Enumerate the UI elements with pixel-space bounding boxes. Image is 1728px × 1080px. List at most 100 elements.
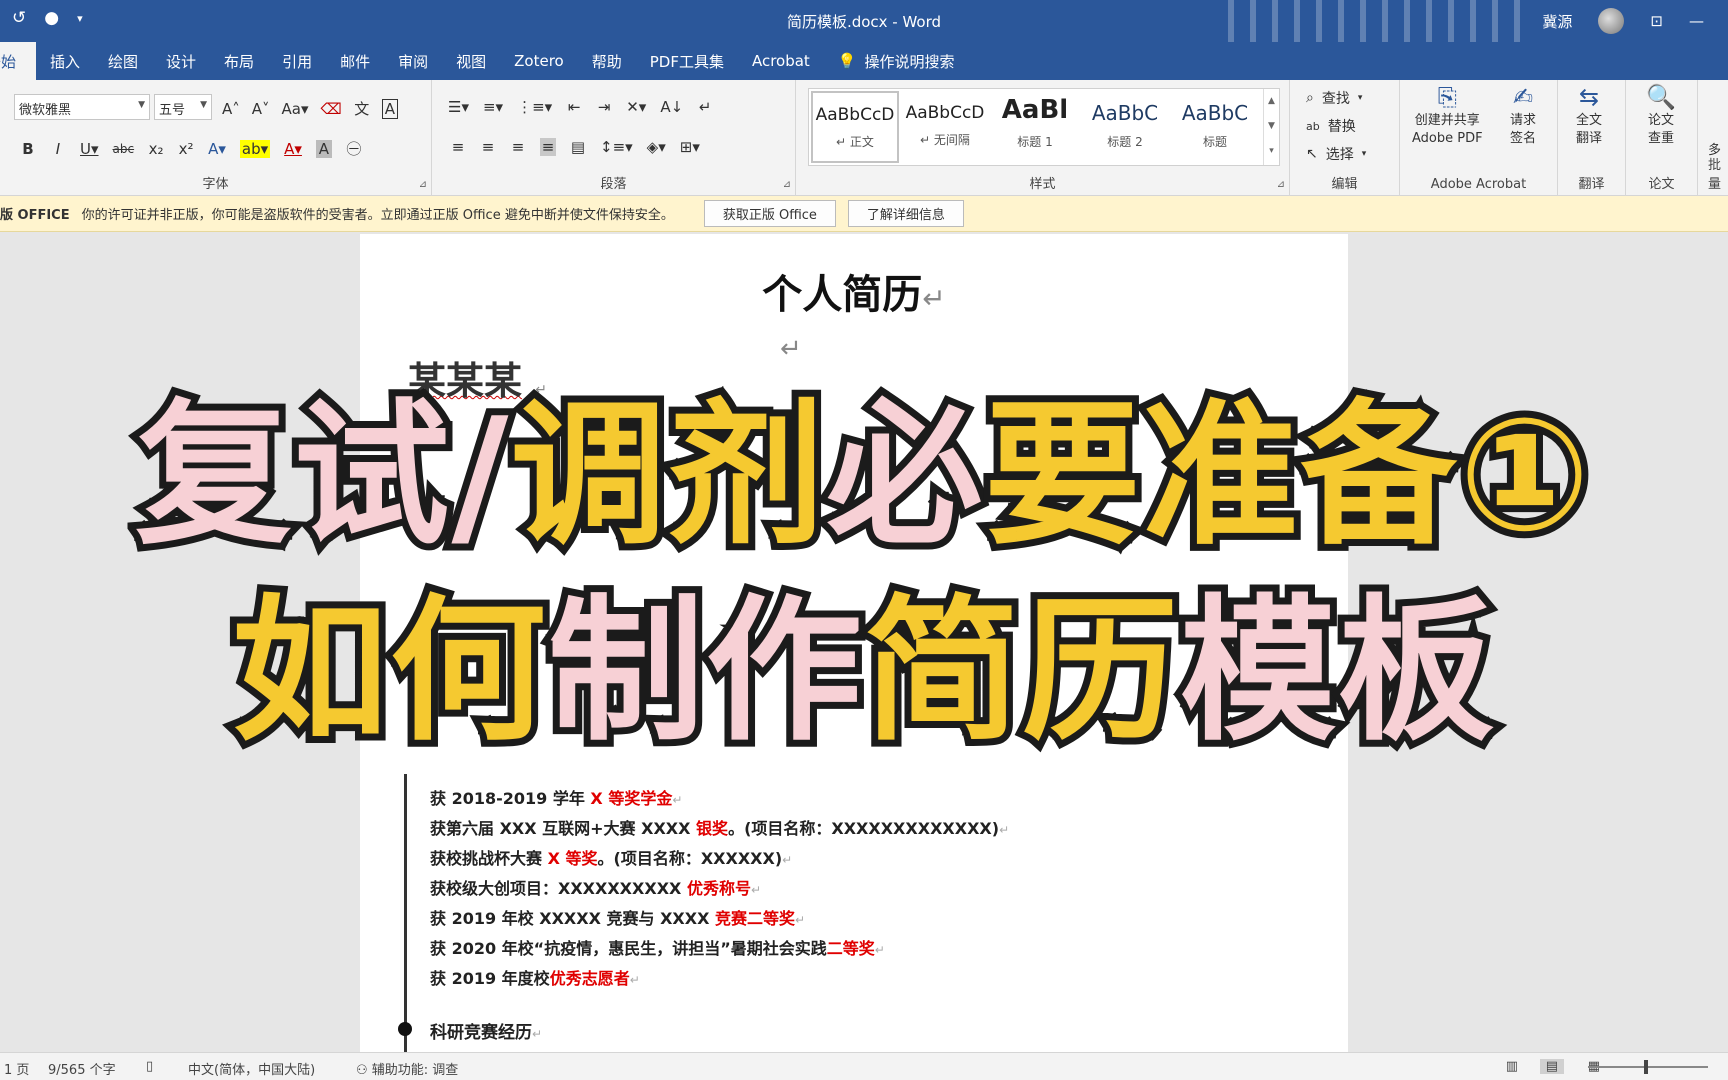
style-heading-2[interactable]: AaBbC 标题 2 (1081, 91, 1169, 163)
style-name: ↵ 无间隔 (920, 133, 970, 147)
font-dialog-launcher-icon[interactable]: ⊿ (419, 179, 427, 190)
page-count[interactable]: 1 页 (4, 1059, 29, 1078)
text-effects-icon[interactable]: A▾ (208, 140, 226, 158)
paragraph-dialog-launcher-icon[interactable]: ⊿ (783, 179, 791, 190)
section-heading: 科研竞赛经历↵ (430, 1023, 543, 1043)
replace-button[interactable]: ab 替换 (1306, 116, 1356, 136)
tab-layout[interactable]: 布局 (210, 42, 268, 80)
tab-home[interactable]: 开始 (0, 42, 36, 80)
ribbon-tabs: 开始 插入 绘图 设计 布局 引用 邮件 审阅 视图 Zotero 帮助 PDF… (0, 42, 1728, 80)
italic-icon[interactable]: I (50, 140, 66, 158)
search-icon: ⌕ (1306, 90, 1314, 106)
char-shading-icon[interactable]: A (315, 139, 332, 158)
enclose-char-icon[interactable]: ㊀ (346, 138, 362, 159)
show-marks-icon[interactable]: ↵ (697, 98, 713, 116)
user-name[interactable]: 冀源 (1542, 11, 1572, 32)
accessibility-status[interactable]: ⚇ 辅助功能: 调查 (356, 1059, 458, 1078)
decrease-indent-icon[interactable]: ⇤ (566, 98, 582, 116)
find-button[interactable]: ⌕ 查找 ▾ (1306, 88, 1362, 108)
subscript-icon[interactable]: x₂ (148, 140, 164, 158)
increase-indent-icon[interactable]: ⇥ (596, 98, 612, 116)
replace-icon: ab (1306, 119, 1320, 133)
minimize-icon[interactable]: — (1689, 12, 1704, 30)
style-title[interactable]: AaBbC 标题 (1171, 91, 1259, 163)
bold-icon[interactable]: B (20, 140, 36, 158)
learn-more-button[interactable]: 了解详细信息 (847, 200, 964, 227)
language[interactable]: 中文(简体，中国大陆) (188, 1059, 315, 1078)
font-size-value: 五号 (159, 103, 186, 118)
word-window: ↺ ● ▾ 简历模板.docx - Word 冀源 ⊡ — 开始 插入 绘图 设… (0, 0, 1728, 1080)
distributed-icon[interactable]: ▤ (570, 138, 586, 156)
ribbon-display-icon[interactable]: ⊡ (1650, 12, 1663, 30)
tab-review[interactable]: 审阅 (384, 42, 442, 80)
phonetic-guide-icon[interactable]: 文 (354, 98, 370, 119)
chevron-down-icon: ▼ (200, 100, 207, 110)
get-genuine-office-button[interactable]: 获取正版 Office (703, 200, 836, 227)
highlight-icon[interactable]: ab▾ (239, 139, 271, 158)
print-layout-icon[interactable]: ▤ (1539, 1059, 1564, 1074)
tab-insert[interactable]: 插入 (36, 42, 94, 80)
align-right-icon[interactable]: ≡ (510, 138, 526, 156)
styles-dialog-launcher-icon[interactable]: ⊿ (1277, 179, 1285, 190)
tab-zotero[interactable]: Zotero (500, 42, 578, 80)
styles-group-label: 样式 (1029, 177, 1056, 192)
underline-icon[interactable]: U▾ (80, 140, 99, 158)
font-name-value: 微软雅黑 (19, 103, 72, 118)
tab-design[interactable]: 设计 (152, 42, 210, 80)
award-item: 获 2019 年度校优秀志愿者↵ (430, 969, 640, 988)
shading-icon[interactable]: ◈▾ (647, 138, 666, 156)
style-normal[interactable]: AaBbCcD ↵ 正文 (811, 91, 899, 163)
style-heading-1[interactable]: AaBl 标题 1 (991, 91, 1079, 163)
read-mode-icon[interactable]: ▥ (1506, 1059, 1518, 1074)
justify-icon[interactable]: ≡ (540, 138, 556, 156)
lightbulb-icon: 💡 (837, 52, 857, 70)
status-bar: 1 页 9/565 个字 ▯ 中文(简体，中国大陆) ⚇ 辅助功能: 调查 ▥ … (0, 1052, 1728, 1080)
change-case-icon[interactable]: Aa▾ (282, 100, 309, 118)
align-left-icon[interactable]: ≡ (450, 138, 466, 156)
zoom-thumb[interactable] (1644, 1060, 1648, 1074)
word-count[interactable]: 9/565 个字 (48, 1059, 116, 1078)
request-sign-button[interactable]: ✍ 请求 签名 (1510, 83, 1536, 148)
multilevel-list-icon[interactable]: ⋮≡▾ (517, 98, 552, 116)
paragraph-tools-row-2: ≡ ≡ ≡ ≡ ▤ ↕≡▾ ◈▾ ⊞▾ (450, 138, 700, 156)
superscript-icon[interactable]: x² (178, 140, 194, 158)
font-color-icon[interactable]: A▾ (284, 140, 302, 158)
clear-format-icon[interactable]: ⌫ (321, 100, 342, 118)
create-share-pdf-button[interactable]: ⎘ 创建并共享 Adobe PDF (1412, 85, 1483, 148)
align-center-icon[interactable]: ≡ (480, 138, 496, 156)
zoom-slider[interactable] (1588, 1060, 1708, 1074)
tab-mailings[interactable]: 邮件 (326, 42, 384, 80)
tab-pdf-tools[interactable]: PDF工具集 (636, 42, 738, 80)
tab-view[interactable]: 视图 (442, 42, 500, 80)
bullets-icon[interactable]: ☰▾ (448, 98, 469, 116)
borders-icon[interactable]: ⊞▾ (680, 138, 700, 156)
proofing-icon[interactable]: ▯ (146, 1059, 153, 1074)
font-name-select[interactable]: 微软雅黑 ▼ (14, 94, 150, 120)
style-sample: AaBbC (1181, 101, 1249, 125)
tab-help[interactable]: 帮助 (578, 42, 636, 80)
tab-acrobat[interactable]: Acrobat (738, 42, 824, 80)
line-spacing-icon[interactable]: ↕≡▾ (600, 138, 633, 156)
sign-icon: ✍ (1512, 83, 1534, 111)
award-item: 获校挑战杯大赛 X 等奖。(项目名称：XXXXXX)↵ (430, 849, 793, 868)
shrink-font-icon[interactable]: A˅ (252, 100, 270, 118)
paper-check-button[interactable]: 🔍 论文 查重 (1646, 85, 1676, 148)
tab-references[interactable]: 引用 (268, 42, 326, 80)
avatar[interactable] (1598, 8, 1625, 34)
font-tools-row-2: B I U▾ abc x₂ x² A▾ ab▾ A▾ A ㊀ (20, 138, 362, 159)
full-translate-button[interactable]: ⇆ 全文 翻译 (1576, 85, 1602, 148)
asian-layout-icon[interactable]: ✕▾ (626, 98, 646, 116)
numbering-icon[interactable]: ≡▾ (483, 98, 503, 116)
tell-me-search[interactable]: 💡 操作说明搜索 (824, 42, 969, 80)
select-button[interactable]: ↖ 选择 ▾ (1306, 144, 1366, 164)
font-group-label: 字体 (202, 177, 229, 192)
styles-scroll[interactable]: ▲ ▼ ▾ (1263, 89, 1279, 165)
grow-font-icon[interactable]: A˄ (222, 100, 240, 118)
strikethrough-icon[interactable]: abc (113, 142, 135, 156)
font-size-select[interactable]: 五号 ▼ (154, 94, 212, 120)
char-border-icon[interactable]: A (381, 98, 398, 119)
tab-draw[interactable]: 绘图 (94, 42, 152, 80)
ribbon: 微软雅黑 ▼ 五号 ▼ A˄ A˅ Aa▾ ⌫ 文 A B I U▾ abc x₂ … (0, 80, 1728, 196)
style-no-spacing[interactable]: AaBbCcD ↵ 无间隔 (901, 91, 989, 163)
sort-icon[interactable]: A↓ (660, 98, 683, 116)
